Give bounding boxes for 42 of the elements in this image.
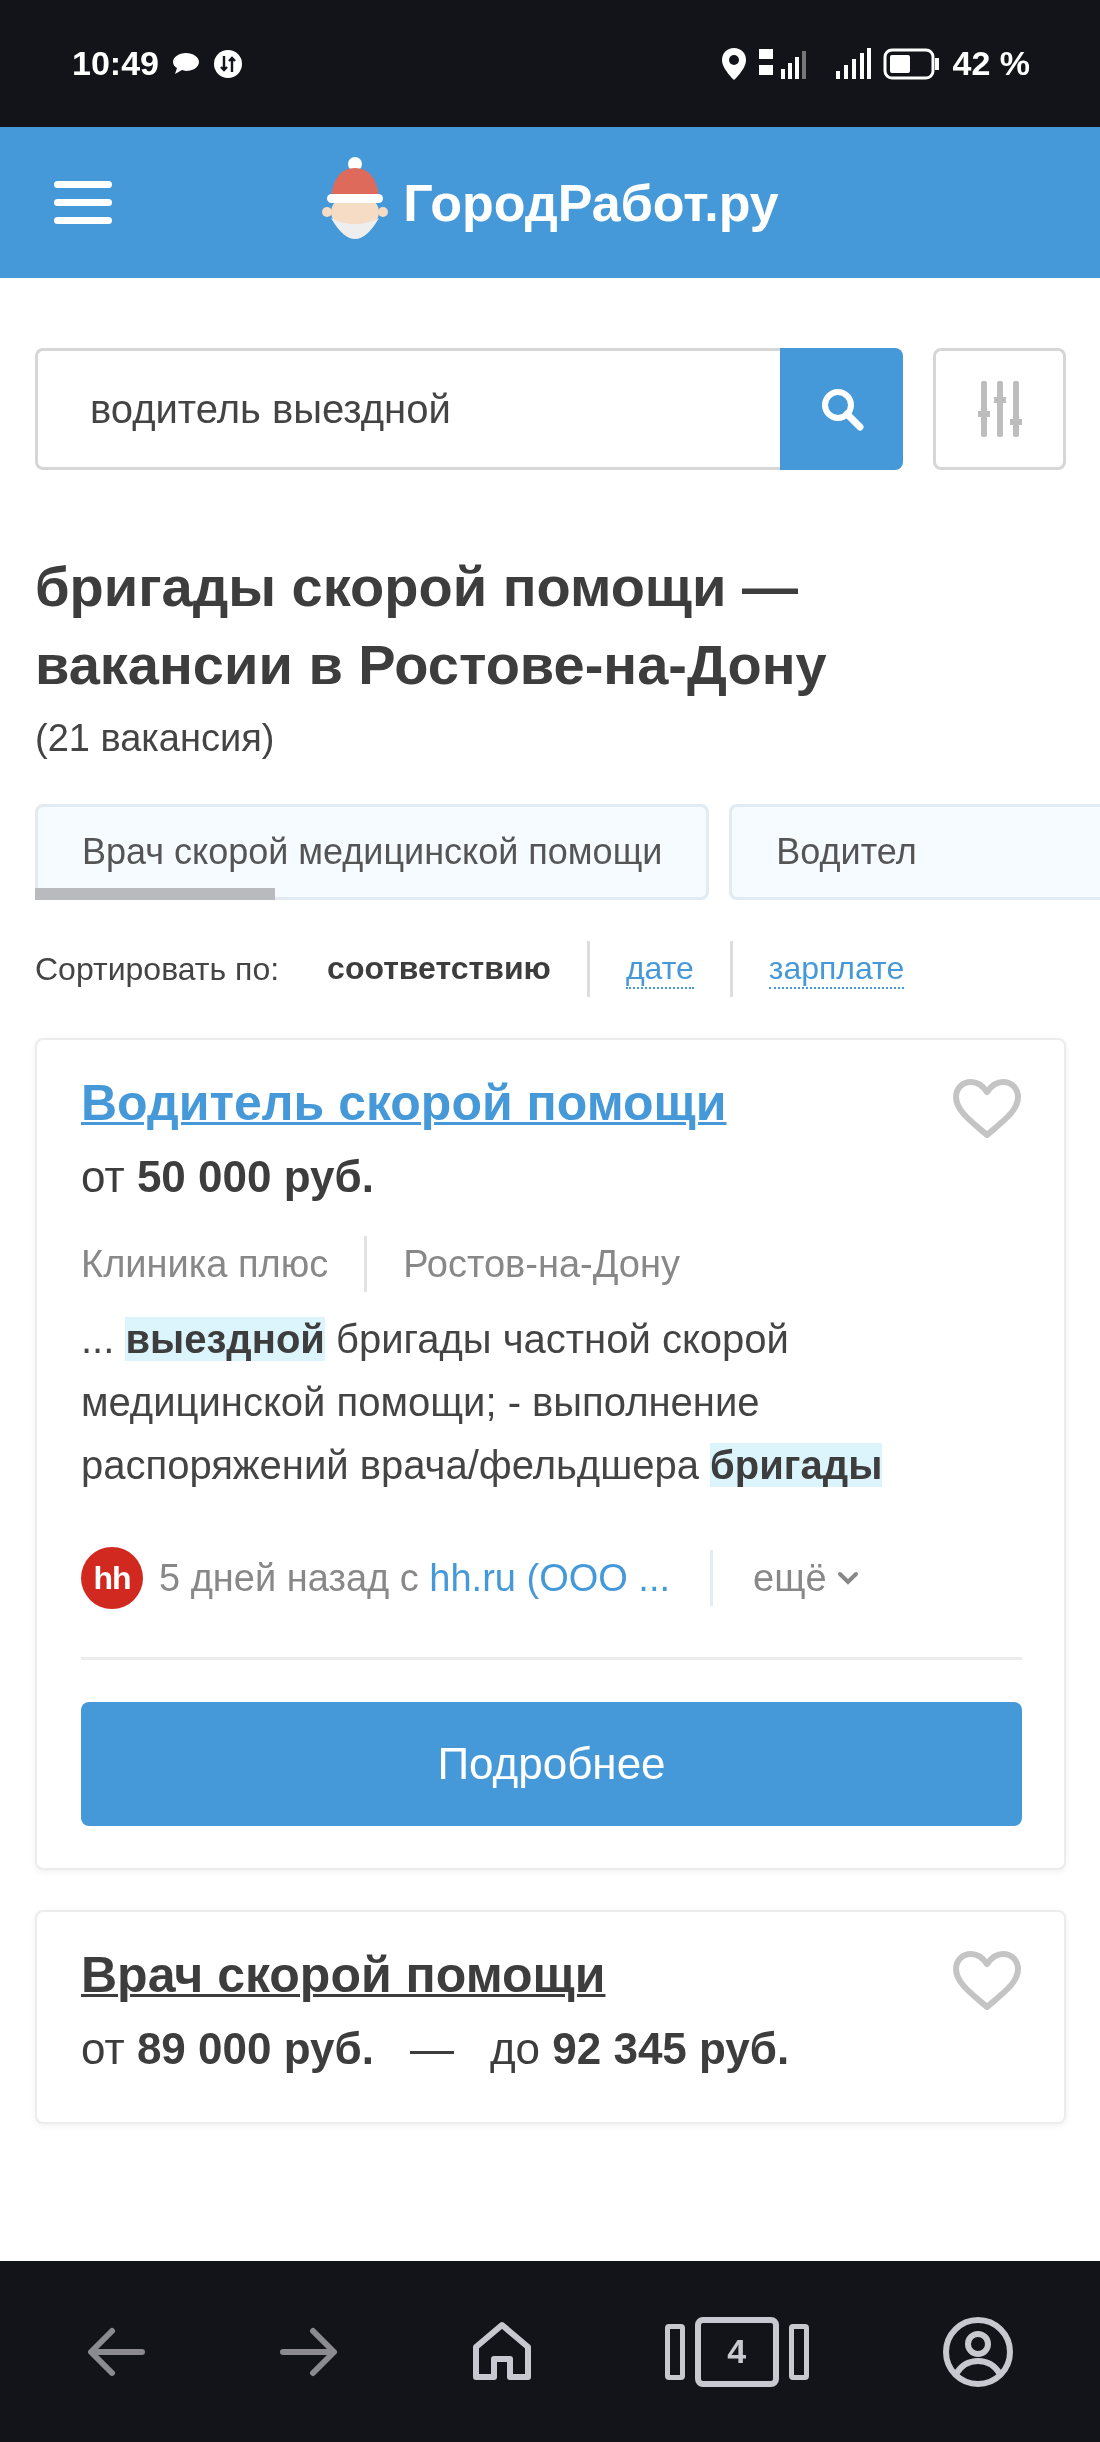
page-title: бригады скорой помощи — вакансии в Ростове-на-Дону: [35, 554, 828, 698]
filter-icon: [977, 381, 1022, 437]
vacancy-title-link[interactable]: Врач скорой помощи: [81, 1940, 606, 2010]
more-button[interactable]: ещё: [753, 1556, 859, 1600]
company-name: Клиника плюс: [81, 1242, 329, 1286]
salary-text: —: [409, 2023, 454, 2075]
sort-label: Сортировать по:: [35, 950, 280, 988]
heart-icon[interactable]: [952, 1950, 1022, 2012]
battery-percent: 42 %: [952, 44, 1030, 83]
location-icon: [720, 46, 747, 81]
salary-text: от 89 000 руб.: [81, 2023, 374, 2075]
chevron-down-icon: [836, 1571, 859, 1585]
signal-icon: [834, 46, 871, 81]
salary-text: от 50 000 руб.: [81, 1151, 374, 1203]
sort-option[interactable]: зарплате: [768, 949, 905, 989]
site-logo[interactable]: ГородРабот.ру: [403, 172, 779, 233]
forward-icon[interactable]: [279, 2326, 340, 2377]
vacancy-count: (21 вакансия): [35, 716, 276, 761]
city-name: Ростов-на-Дону: [403, 1242, 680, 1286]
profile-icon[interactable]: [941, 2315, 1014, 2388]
tag-chip[interactable]: Водител: [729, 804, 1100, 900]
heart-icon[interactable]: [952, 1078, 1022, 1140]
search-button[interactable]: [780, 348, 903, 470]
mobile-signal-icon: [758, 46, 809, 81]
tag-chip[interactable]: Врач скорой медицинской помощи: [35, 804, 710, 900]
source-logo: hh: [81, 1547, 143, 1609]
salary-text: до 92 345 руб.: [489, 2023, 790, 2075]
source-text: 5 дней назад с hh.ru (ООО ...: [159, 1556, 671, 1600]
details-button[interactable]: Подробнее: [81, 1702, 1022, 1826]
vacancy-title-link[interactable]: Водитель скорой помощи: [81, 1068, 727, 1138]
back-icon[interactable]: [86, 2326, 147, 2377]
source-link[interactable]: hh.ru (ООО ...: [429, 1556, 671, 1599]
menu-icon[interactable]: [54, 181, 112, 225]
search-field[interactable]: водитель выездной: [35, 348, 780, 470]
sort-option[interactable]: дате: [625, 949, 694, 989]
filter-button[interactable]: [933, 348, 1066, 470]
clock-time: 10:49: [72, 44, 159, 83]
sort-option[interactable]: соответствию: [327, 949, 551, 989]
battery-icon: [882, 47, 941, 80]
vacancy-snippet: ... выездной бригады частной скорой медицинской помощи; - выполнение распоряжений врача/фельдшера бригады: [81, 1316, 884, 1489]
home-icon[interactable]: [472, 2320, 532, 2383]
data-transfer-icon: [212, 48, 243, 79]
